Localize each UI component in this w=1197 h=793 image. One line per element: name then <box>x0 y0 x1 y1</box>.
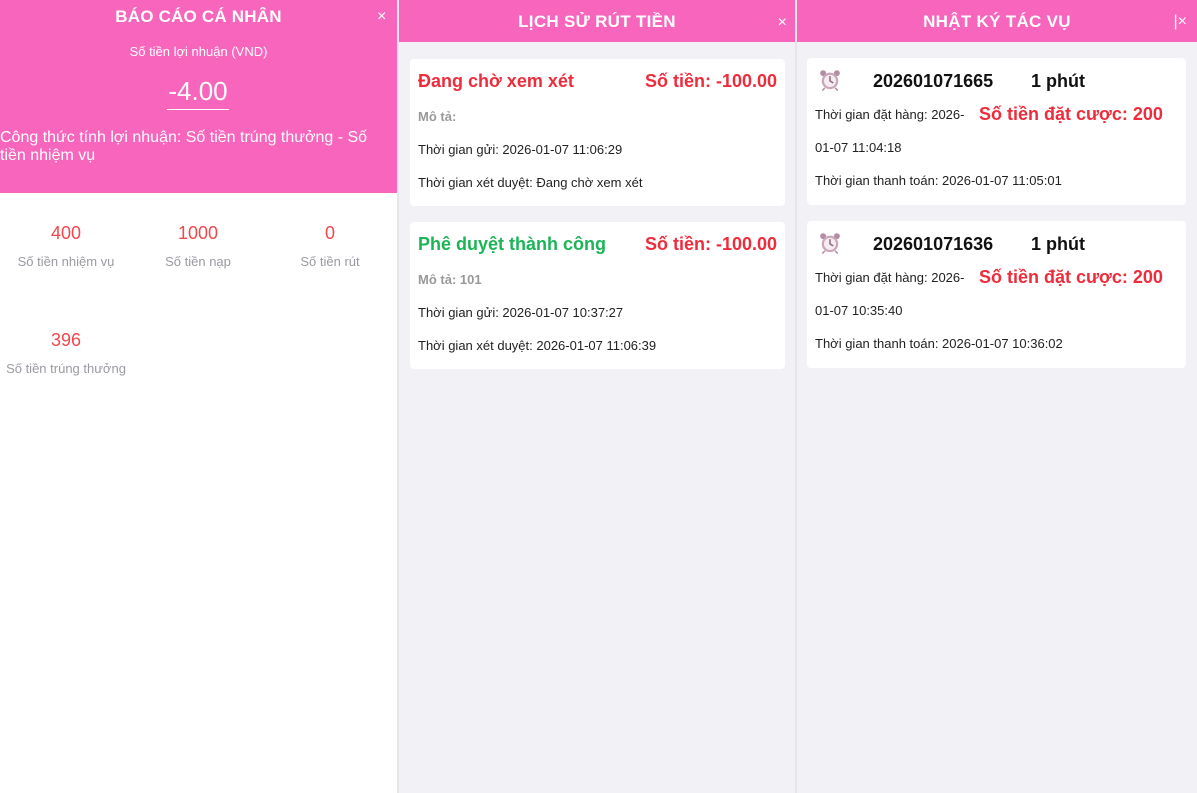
profit-label: Số tiền lợi nhuận (VND) <box>129 44 268 59</box>
withdraw-history-panel: LỊCH SỬ RÚT TIỀN × Đang chờ xem xét Số t… <box>399 0 795 793</box>
withdraw-amount: Số tiền: -100.00 <box>644 71 777 91</box>
task-record[interactable]: 202601071665 1 phút Thời gian đặt hàng: … <box>807 58 1186 205</box>
task-record[interactable]: 202601071636 1 phút Thời gian đặt hàng: … <box>807 221 1186 368</box>
task-duration: 1 phút <box>1031 71 1085 91</box>
withdraw-description: Mô tả: <box>418 109 457 124</box>
stat-label: Số tiền rút <box>300 254 360 269</box>
task-bet-amount: Số tiền đặt cược: 200 <box>979 104 1163 124</box>
task-id: 202601071665 <box>873 71 994 91</box>
withdraw-title: LỊCH SỬ RÚT TIỀN <box>518 12 676 31</box>
stat-prize-amount: 396 Số tiền trúng thưởng <box>0 330 132 376</box>
alarm-clock-icon <box>820 70 840 91</box>
withdraw-sent-time: Thời gian gửi: 2026-01-07 11:06:29 <box>418 142 623 157</box>
task-title: NHẬT KÝ TÁC VỤ <box>923 12 1071 31</box>
withdraw-header: LỊCH SỬ RÚT TIỀN × <box>399 0 795 42</box>
stat-value: 0 <box>324 223 335 243</box>
stat-label: Số tiền nạp <box>165 254 231 269</box>
withdraw-status: Phê duyệt thành công <box>418 234 607 254</box>
task-duration: 1 phút <box>1031 234 1085 254</box>
withdraw-record[interactable]: Phê duyệt thành công Số tiền: -100.00 Mô… <box>410 222 785 369</box>
task-pay-time: Thời gian thanh toán: 2026-01-07 11:05:0… <box>815 173 1062 188</box>
task-log-panel: NHẬT KÝ TÁC VỤ |× 202601071665 1 phút Th… <box>797 0 1197 793</box>
personal-report-panel: BÁO CÁO CÁ NHÂN × Số tiền lợi nhuận (VND… <box>0 0 397 793</box>
profit-value: -4.00 <box>167 76 229 110</box>
task-id: 202601071636 <box>873 234 994 254</box>
stat-label: Số tiền nhiệm vụ <box>17 254 115 269</box>
stat-deposit-amount: 1000 Số tiền nạp <box>132 223 264 269</box>
withdraw-review-time: Thời gian xét duyệt: Đang chờ xem xét <box>418 175 643 190</box>
stat-value: 1000 <box>177 223 219 243</box>
task-order-time-cont: 01-07 11:04:18 <box>815 140 902 155</box>
task-order-time-cont: 01-07 10:35:40 <box>815 303 903 318</box>
withdraw-sent-time: Thời gian gửi: 2026-01-07 10:37:27 <box>418 305 624 320</box>
task-pay-time: Thời gian thanh toán: 2026-01-07 10:36:0… <box>815 336 1063 351</box>
stat-withdraw-amount: 0 Số tiền rút <box>264 223 396 269</box>
report-close-icon[interactable]: × <box>377 9 386 25</box>
withdraw-amount: Số tiền: -100.00 <box>644 234 777 254</box>
task-close-icon[interactable]: |× <box>1174 14 1188 30</box>
task-bet-amount: Số tiền đặt cược: 200 <box>979 267 1163 287</box>
task-header: NHẬT KÝ TÁC VỤ |× <box>797 0 1197 42</box>
alarm-clock-icon <box>820 233 840 254</box>
task-order-time: Thời gian đặt hàng: 2026- <box>815 107 965 122</box>
withdraw-status: Đang chờ xem xét <box>418 71 574 91</box>
withdraw-close-icon[interactable]: × <box>778 15 787 31</box>
report-title: BÁO CÁO CÁ NHÂN <box>115 7 282 26</box>
task-order-time: Thời gian đặt hàng: 2026- <box>815 270 965 285</box>
stat-value: 400 <box>50 223 82 243</box>
withdraw-record[interactable]: Đang chờ xem xét Số tiền: -100.00 Mô tả:… <box>410 59 785 206</box>
withdraw-review-time: Thời gian xét duyệt: 2026-01-07 11:06:39 <box>418 338 657 353</box>
report-header: BÁO CÁO CÁ NHÂN × Số tiền lợi nhuận (VND… <box>0 0 397 193</box>
withdraw-description: Mô tả: 101 <box>418 272 482 287</box>
stat-value: 396 <box>50 330 82 350</box>
profit-formula: Công thức tính lợi nhuận: Số tiền trúng … <box>0 129 368 164</box>
stat-label: Số tiền trúng thưởng <box>6 361 126 376</box>
stat-task-amount: 400 Số tiền nhiệm vụ <box>0 223 132 269</box>
